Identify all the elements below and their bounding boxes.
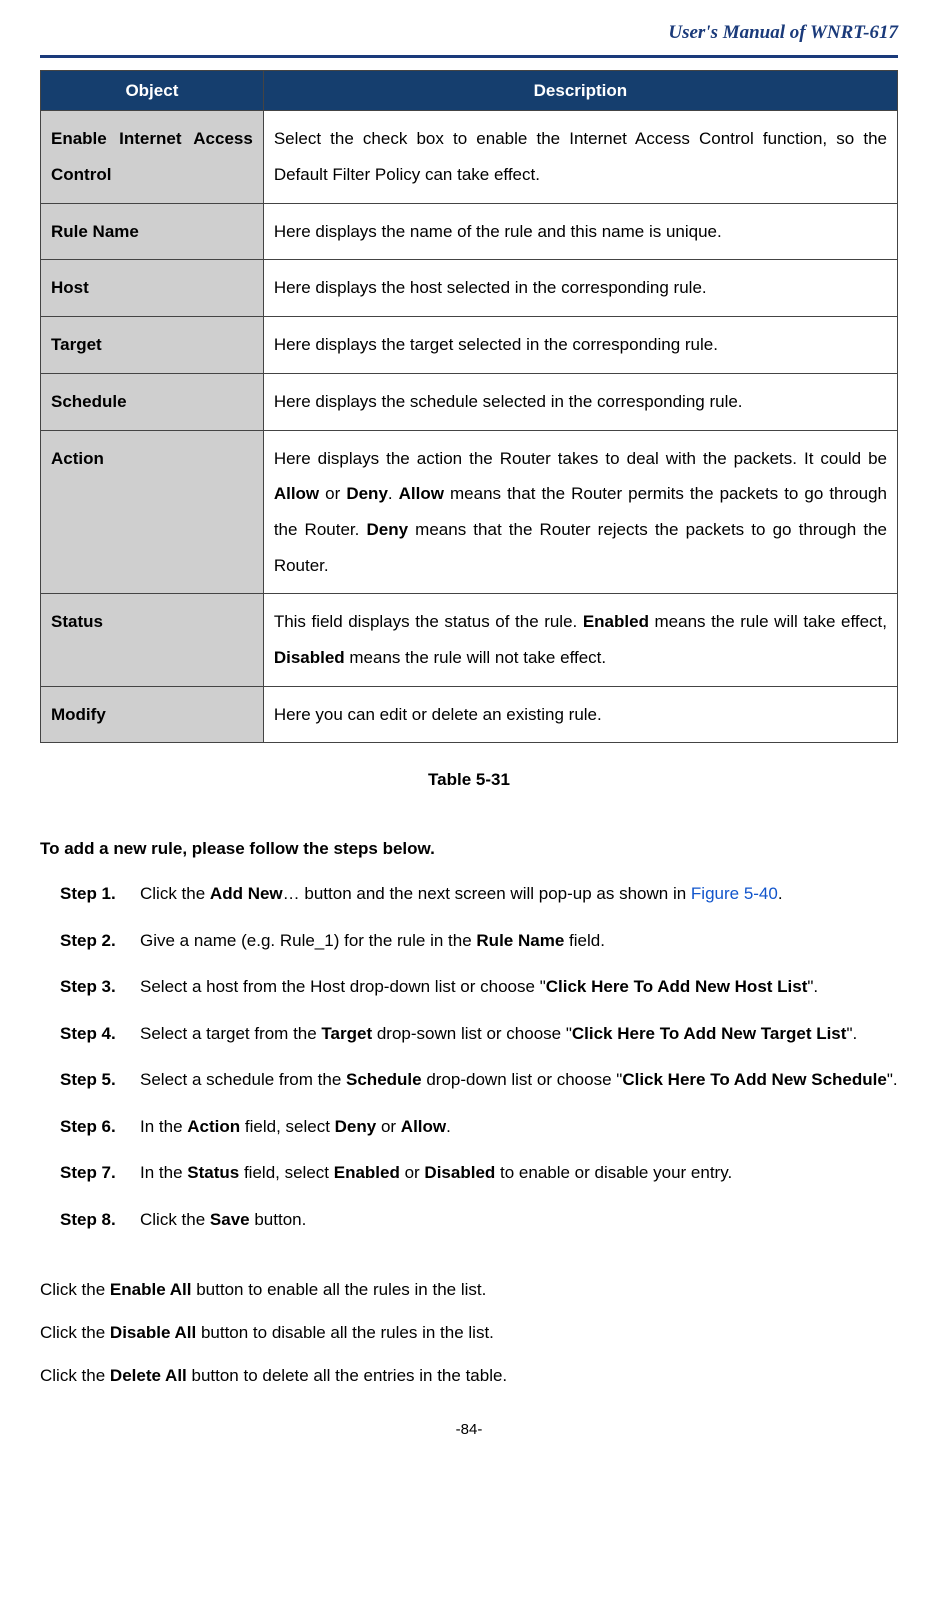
- page-number: -84-: [40, 1419, 898, 1440]
- page-header: User's Manual of WNRT-617: [40, 20, 898, 58]
- description-cell: Here displays the name of the rule and t…: [263, 203, 897, 260]
- description-cell: Here displays the schedule selected in t…: [263, 373, 897, 430]
- object-cell: Rule Name: [41, 203, 264, 260]
- table-row: ActionHere displays the action the Route…: [41, 430, 898, 594]
- section-title: To add a new rule, please follow the ste…: [40, 837, 898, 861]
- description-cell: Here displays the action the Router take…: [263, 430, 897, 594]
- table-row: Rule NameHere displays the name of the r…: [41, 203, 898, 260]
- step-text: In the Action field, select Deny or Allo…: [140, 1112, 898, 1143]
- note-line: Click the Disable All button to disable …: [40, 1319, 898, 1346]
- step-label: Step 5.: [60, 1065, 140, 1096]
- step-item: Step 7.In the Status field, select Enabl…: [60, 1158, 898, 1189]
- step-text: Select a host from the Host drop-down li…: [140, 972, 898, 1003]
- step-item: Step 8.Click the Save button.: [60, 1205, 898, 1236]
- object-cell: Schedule: [41, 373, 264, 430]
- step-label: Step 4.: [60, 1019, 140, 1050]
- object-cell: Action: [41, 430, 264, 594]
- table-body: Enable Internet Access ControlSelect the…: [41, 111, 898, 743]
- step-label: Step 6.: [60, 1112, 140, 1143]
- table-head-description: Description: [263, 70, 897, 111]
- steps-list: Step 1.Click the Add New… button and the…: [60, 879, 898, 1236]
- description-cell: This field displays the status of the ru…: [263, 594, 897, 686]
- step-label: Step 8.: [60, 1205, 140, 1236]
- note-line: Click the Enable All button to enable al…: [40, 1276, 898, 1303]
- object-cell: Modify: [41, 686, 264, 743]
- step-text: Select a target from the Target drop-sow…: [140, 1019, 898, 1050]
- step-item: Step 4.Select a target from the Target d…: [60, 1019, 898, 1050]
- table-row: ModifyHere you can edit or delete an exi…: [41, 686, 898, 743]
- description-cell: Here displays the host selected in the c…: [263, 260, 897, 317]
- table-row: TargetHere displays the target selected …: [41, 317, 898, 374]
- step-label: Step 3.: [60, 972, 140, 1003]
- step-text: Click the Save button.: [140, 1205, 898, 1236]
- step-item: Step 5.Select a schedule from the Schedu…: [60, 1065, 898, 1096]
- step-label: Step 1.: [60, 879, 140, 910]
- step-text: In the Status field, select Enabled or D…: [140, 1158, 898, 1189]
- notes-section: Click the Enable All button to enable al…: [40, 1276, 898, 1390]
- table-row: HostHere displays the host selected in t…: [41, 260, 898, 317]
- description-cell: Here you can edit or delete an existing …: [263, 686, 897, 743]
- step-text: Give a name (e.g. Rule_1) for the rule i…: [140, 926, 898, 957]
- description-cell: Here displays the target selected in the…: [263, 317, 897, 374]
- object-cell: Enable Internet Access Control: [41, 111, 264, 203]
- description-cell: Select the check box to enable the Inter…: [263, 111, 897, 203]
- step-item: Step 1.Click the Add New… button and the…: [60, 879, 898, 910]
- step-item: Step 2.Give a name (e.g. Rule_1) for the…: [60, 926, 898, 957]
- object-cell: Status: [41, 594, 264, 686]
- table-row: ScheduleHere displays the schedule selec…: [41, 373, 898, 430]
- object-description-table: Object Description Enable Internet Acces…: [40, 70, 898, 744]
- doc-title: User's Manual of WNRT-617: [668, 22, 898, 43]
- step-text: Click the Add New… button and the next s…: [140, 879, 898, 910]
- step-item: Step 3.Select a host from the Host drop-…: [60, 972, 898, 1003]
- table-row: Enable Internet Access ControlSelect the…: [41, 111, 898, 203]
- object-cell: Target: [41, 317, 264, 374]
- step-text: Select a schedule from the Schedule drop…: [140, 1065, 898, 1096]
- step-label: Step 7.: [60, 1158, 140, 1189]
- table-row: StatusThis field displays the status of …: [41, 594, 898, 686]
- step-label: Step 2.: [60, 926, 140, 957]
- table-caption: Table 5-31: [40, 768, 898, 792]
- object-cell: Host: [41, 260, 264, 317]
- note-line: Click the Delete All button to delete al…: [40, 1362, 898, 1389]
- step-item: Step 6.In the Action field, select Deny …: [60, 1112, 898, 1143]
- table-head-object: Object: [41, 70, 264, 111]
